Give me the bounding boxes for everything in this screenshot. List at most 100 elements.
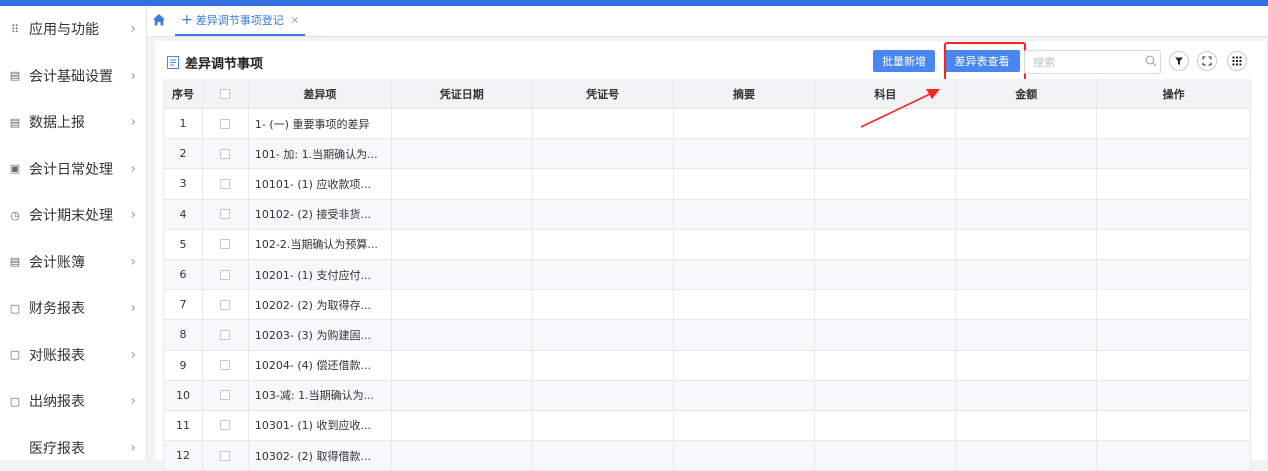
- sidebar-item-0[interactable]: ⠿应用与功能›: [0, 6, 146, 53]
- diff-table-view-button[interactable]: 差异表查看: [944, 50, 1020, 72]
- settings-doc-icon: ▤: [8, 69, 22, 83]
- cell-diff-item: 10204- (4) 偿还借款...: [249, 351, 392, 380]
- cell-voucher-date: [392, 109, 533, 138]
- row-checkbox[interactable]: [220, 360, 230, 370]
- tab-close-icon[interactable]: ×: [291, 15, 299, 26]
- tab-label: 差异调节事项登记: [196, 12, 284, 28]
- cell-subject: [815, 169, 956, 198]
- home-icon[interactable]: [152, 13, 166, 27]
- table-row[interactable]: 810203- (3) 为购建固...: [164, 320, 1251, 350]
- cell-voucher-no: [533, 139, 674, 168]
- sidebar-item-1[interactable]: ▤会计基础设置›: [0, 53, 146, 100]
- filter-icon[interactable]: [1169, 51, 1189, 71]
- tab-bar: + 差异调节事项登记 ×: [147, 6, 1268, 37]
- tab-diff-adjust-register[interactable]: + 差异调节事项登记 ×: [175, 6, 305, 36]
- blank-icon: [8, 441, 22, 455]
- cell-actions: [1097, 230, 1251, 259]
- sidebar-item-8[interactable]: ▢出纳报表›: [0, 378, 146, 425]
- header-actions: 操作: [1097, 79, 1251, 108]
- cell-voucher-no: [533, 169, 674, 198]
- search-input[interactable]: [1024, 50, 1161, 74]
- fullscreen-icon[interactable]: [1197, 51, 1217, 71]
- cell-voucher-date: [392, 320, 533, 349]
- cell-amount: [956, 260, 1097, 289]
- table-row[interactable]: 610201- (1) 支付应付...: [164, 260, 1251, 290]
- cell-seq: 11: [164, 411, 203, 440]
- table-body: 11- (一) 重要事项的差异2101- 加: 1.当期确认为...310101…: [164, 109, 1251, 471]
- row-checkbox[interactable]: [220, 209, 230, 219]
- sidebar-item-label: 会计期末处理: [29, 205, 113, 225]
- sidebar-item-label: 应用与功能: [29, 19, 99, 39]
- row-checkbox[interactable]: [220, 179, 230, 189]
- sidebar-item-4[interactable]: ◷会计期末处理›: [0, 192, 146, 239]
- cell-voucher-no: [533, 109, 674, 138]
- cell-actions: [1097, 260, 1251, 289]
- row-checkbox[interactable]: [220, 330, 230, 340]
- table-row[interactable]: 2101- 加: 1.当期确认为...: [164, 139, 1251, 169]
- cell-select: [203, 381, 249, 410]
- cell-voucher-date: [392, 441, 533, 470]
- chevron-right-icon: ›: [130, 161, 136, 177]
- cell-amount: [956, 109, 1097, 138]
- cell-subject: [815, 351, 956, 380]
- row-checkbox[interactable]: [220, 451, 230, 461]
- row-checkbox[interactable]: [220, 420, 230, 430]
- cell-select: [203, 260, 249, 289]
- cell-actions: [1097, 411, 1251, 440]
- sidebar-item-5[interactable]: ▤会计账簿›: [0, 239, 146, 286]
- reconcile-report-icon: ▢: [8, 348, 22, 362]
- table-row[interactable]: 9 10204- (4) 偿还借款...: [164, 351, 1251, 381]
- header-amount: 金额: [956, 79, 1097, 108]
- cell-voucher-no: [533, 290, 674, 319]
- sidebar-item-9[interactable]: 医疗报表 ›: [0, 425, 146, 471]
- sidebar-item-label: 会计账簿: [29, 252, 85, 272]
- sidebar-item-label: 财务报表: [29, 298, 85, 318]
- cell-amount: [956, 290, 1097, 319]
- sidebar-item-7[interactable]: ▢对账报表›: [0, 332, 146, 379]
- chevron-right-icon: ›: [130, 440, 136, 456]
- table-row[interactable]: 1210302- (2) 取得借款...: [164, 441, 1251, 471]
- table-row[interactable]: 10103-减: 1.当期确认为...: [164, 381, 1251, 411]
- column-settings-icon[interactable]: [1227, 51, 1247, 71]
- row-checkbox[interactable]: [220, 119, 230, 129]
- cell-seq: 1: [164, 109, 203, 138]
- search-icon[interactable]: [1145, 55, 1157, 67]
- cell-seq: 5: [164, 230, 203, 259]
- row-checkbox[interactable]: [220, 270, 230, 280]
- clock-circle-icon: ◷: [8, 208, 22, 222]
- sidebar-item-3[interactable]: ▣会计日常处理›: [0, 146, 146, 193]
- header-select-all[interactable]: [203, 79, 249, 108]
- row-checkbox[interactable]: [220, 239, 230, 249]
- table-row[interactable]: 710202- (2) 为取得存...: [164, 290, 1251, 320]
- select-all-checkbox[interactable]: [220, 89, 230, 99]
- document-icon: [167, 56, 179, 69]
- sidebar-item-label: 医疗报表: [29, 438, 85, 458]
- sidebar-item-6[interactable]: ▢财务报表›: [0, 285, 146, 332]
- cell-summary: [674, 411, 816, 440]
- cell-seq: 4: [164, 200, 203, 229]
- row-checkbox[interactable]: [220, 390, 230, 400]
- cell-select: [203, 411, 249, 440]
- cell-amount: [956, 411, 1097, 440]
- batch-add-button[interactable]: 批量新增: [873, 50, 935, 72]
- cell-diff-item: 10101- (1) 应收款项...: [249, 169, 392, 198]
- row-checkbox[interactable]: [220, 300, 230, 310]
- cell-actions: [1097, 351, 1251, 380]
- header-summary: 摘要: [674, 79, 816, 108]
- chevron-right-icon: ›: [130, 21, 136, 37]
- id-card-icon: ▣: [8, 162, 22, 176]
- table-row[interactable]: 4 10102- (2) 接受非货...: [164, 200, 1251, 230]
- cell-seq: 6: [164, 260, 203, 289]
- cell-seq: 9: [164, 351, 203, 380]
- cell-diff-item: 10102- (2) 接受非货...: [249, 200, 392, 229]
- sidebar-item-2[interactable]: ▤数据上报›: [0, 99, 146, 146]
- table-row[interactable]: 5102-2.当期确认为预算...: [164, 230, 1251, 260]
- table-row[interactable]: 11- (一) 重要事项的差异: [164, 109, 1251, 139]
- row-checkbox[interactable]: [220, 149, 230, 159]
- table-row[interactable]: 1110301- (1) 收到应收...: [164, 411, 1251, 441]
- cell-summary: [674, 169, 816, 198]
- cell-subject: [815, 200, 956, 229]
- table-row[interactable]: 310101- (1) 应收款项...: [164, 169, 1251, 199]
- table-header-row: 序号 差异项 凭证日期 凭证号 摘要 科目 金额 操作: [164, 79, 1251, 109]
- cell-voucher-no: [533, 230, 674, 259]
